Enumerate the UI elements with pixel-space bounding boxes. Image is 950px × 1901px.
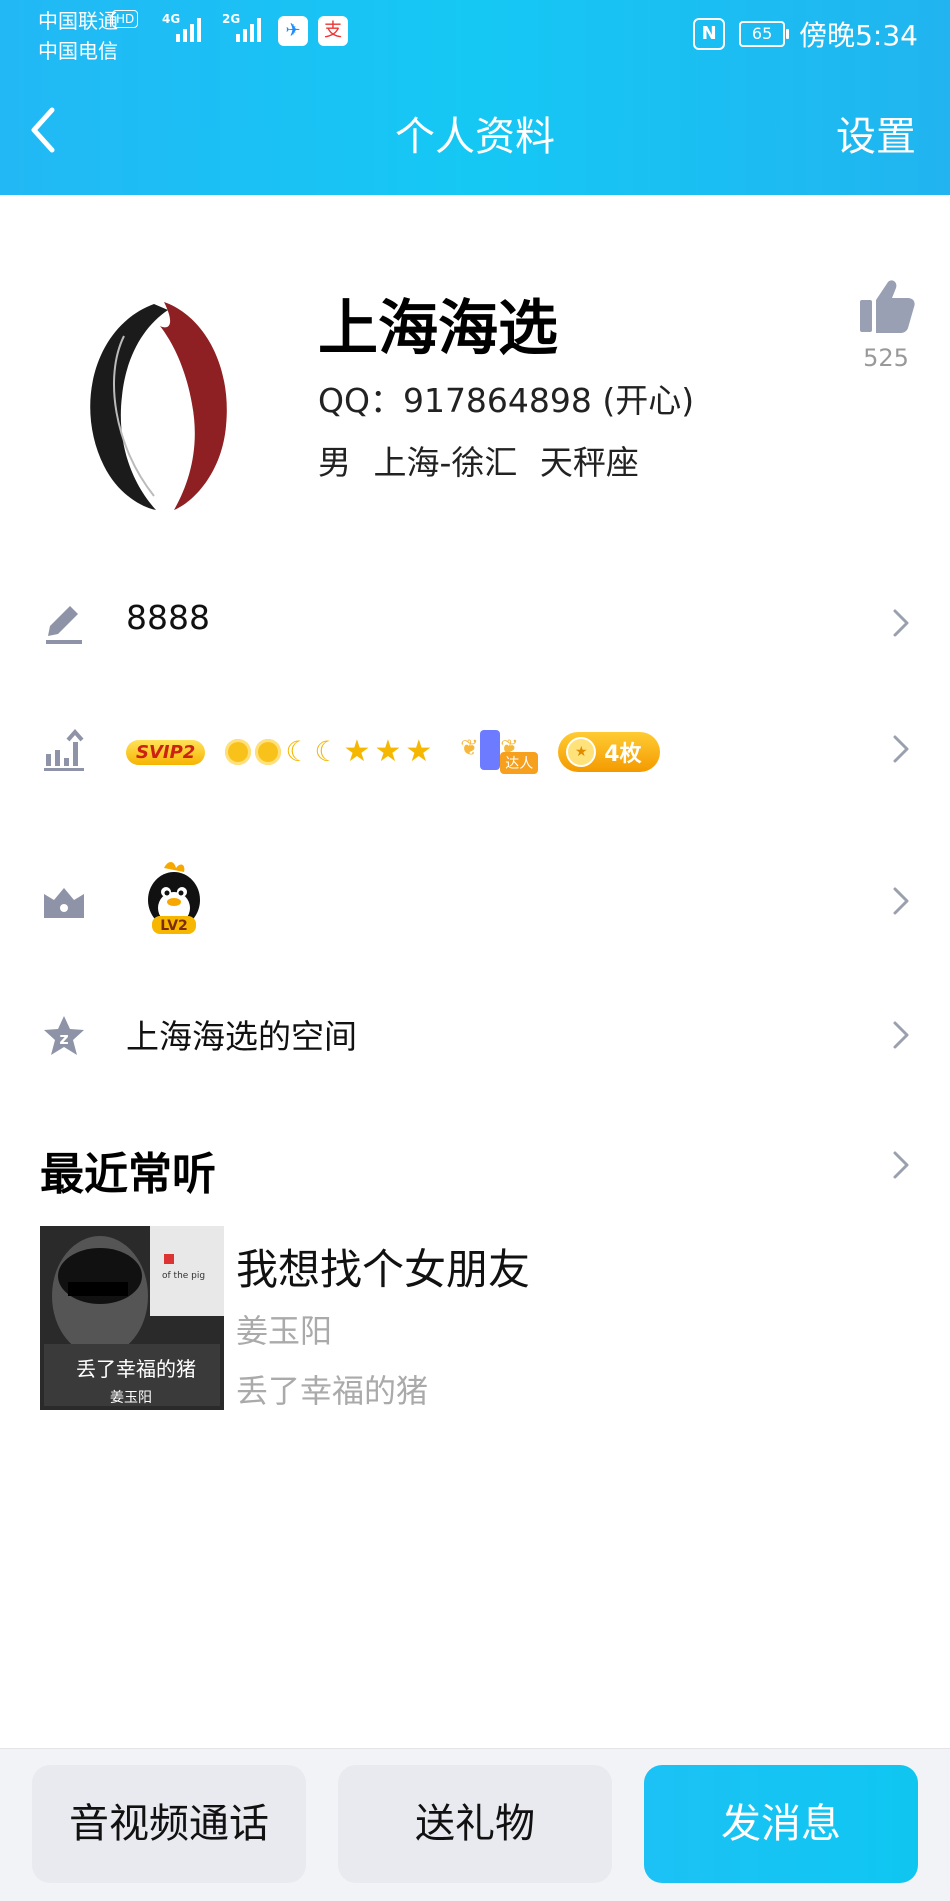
star-icon: ★ xyxy=(374,734,402,769)
av-call-button[interactable]: 音视频通话 xyxy=(32,1765,306,1883)
qq-number: QQ：917864898 (开心) xyxy=(318,381,695,420)
send-message-button[interactable]: 发消息 xyxy=(644,1765,918,1883)
qq-penguin-lv-icon: LV2 xyxy=(148,862,200,934)
avatar-logo-icon xyxy=(90,302,227,510)
cover-artist: 姜玉阳 xyxy=(110,1390,152,1406)
section-title-recent: 最近常听 xyxy=(40,1149,216,1200)
dingtalk-icon: ✈ xyxy=(278,16,308,46)
alipay-icon: 支 xyxy=(318,16,348,46)
thumbs-up-icon xyxy=(860,280,915,333)
cover-text-en: of the pig xyxy=(162,1271,205,1281)
top-header: 中国联通 中国电信 HD 4G 2G ✈ 支 N 65 傍晚5:34 个人资料 … xyxy=(0,0,950,195)
row-qzone[interactable]: z 上海海选的空间 xyxy=(0,988,950,1078)
album-cover[interactable]: of the pig 丢了幸福的猪 姜玉阳 xyxy=(40,1226,224,1410)
chevron-right-icon xyxy=(893,735,909,763)
row-qq-pet[interactable]: LV2 xyxy=(0,850,950,950)
star-icon: ★ xyxy=(405,734,433,769)
edit-pencil-icon xyxy=(46,606,82,644)
status-carriers: 中国联通 中国电信 xyxy=(38,6,118,66)
avatar[interactable] xyxy=(64,296,250,516)
sun-icon xyxy=(255,739,282,765)
moon-icon: ☾ xyxy=(314,735,340,768)
page-title: 个人资料 xyxy=(395,114,555,160)
star-icon: ★ xyxy=(343,734,371,769)
wing-icon: ❦ xyxy=(460,736,479,761)
status-time: 傍晚5:34 xyxy=(799,19,918,52)
moon-icon: ☾ xyxy=(285,735,311,768)
svip-badge: SVIP2 xyxy=(126,739,206,765)
cover-text-cn: 丢了幸福的猪 xyxy=(76,1357,196,1381)
row-level[interactable]: SVIP2 ☾ ☾ ★ ★ ★ ❦ ❦ 达人 ★ 4枚 xyxy=(0,702,950,792)
medal-badge: ★ 4枚 xyxy=(558,732,660,772)
chevron-right-icon xyxy=(893,1021,909,1049)
sun-icon xyxy=(225,739,252,765)
svg-text:z: z xyxy=(59,1029,68,1048)
battery-icon: 65 xyxy=(739,21,790,47)
level-badges: SVIP2 ☾ ☾ ★ ★ ★ ❦ ❦ 达人 ★ 4枚 xyxy=(126,730,660,774)
album-cover-art: of the pig 丢了幸福的猪 姜玉阳 xyxy=(40,1226,224,1410)
crown-icon xyxy=(44,888,84,918)
song-title[interactable]: 我想找个女朋友 xyxy=(236,1236,530,1297)
row-signature[interactable]: 8888 xyxy=(0,576,950,666)
nfc-icon: N xyxy=(693,18,726,50)
song-artist: 姜玉阳 xyxy=(236,1312,333,1350)
daren-badge: ❦ ❦ 达人 xyxy=(450,730,539,774)
chevron-right-icon[interactable] xyxy=(890,1148,912,1182)
like-count: 525 xyxy=(863,344,909,372)
profile-name: 上海海选 xyxy=(318,294,558,364)
chevron-right-icon xyxy=(893,887,909,915)
profile-info: 男 上海-徐汇 天秤座 xyxy=(318,443,639,482)
chevron-right-icon xyxy=(893,609,909,637)
medal-icon: ★ xyxy=(566,737,597,767)
pet-level-label: LV2 xyxy=(160,918,188,934)
level-chart-icon xyxy=(44,728,84,771)
signal-icon-2 xyxy=(236,12,261,42)
bottom-action-bar: 音视频通话 送礼物 发消息 xyxy=(0,1748,950,1901)
signal-icon xyxy=(176,12,201,42)
hd-badge: HD xyxy=(112,10,139,28)
daren-tag: 达人 xyxy=(500,752,539,774)
send-gift-button[interactable]: 送礼物 xyxy=(338,1765,612,1883)
settings-button[interactable]: 设置 xyxy=(836,104,916,162)
phone-icon xyxy=(480,730,501,770)
carrier-2: 中国电信 xyxy=(38,39,118,63)
medal-count: 4枚 xyxy=(604,742,642,767)
status-right: N 65 傍晚5:34 xyxy=(693,14,918,54)
qzone-star-icon: z xyxy=(44,1016,84,1055)
signature-text: 8888 xyxy=(126,598,210,637)
carrier-1: 中国联通 xyxy=(38,9,118,33)
qzone-name: 上海海选的空间 xyxy=(126,1017,357,1056)
song-album: 丢了幸福的猪 xyxy=(236,1372,429,1410)
like-button[interactable]: 525 xyxy=(856,278,916,372)
